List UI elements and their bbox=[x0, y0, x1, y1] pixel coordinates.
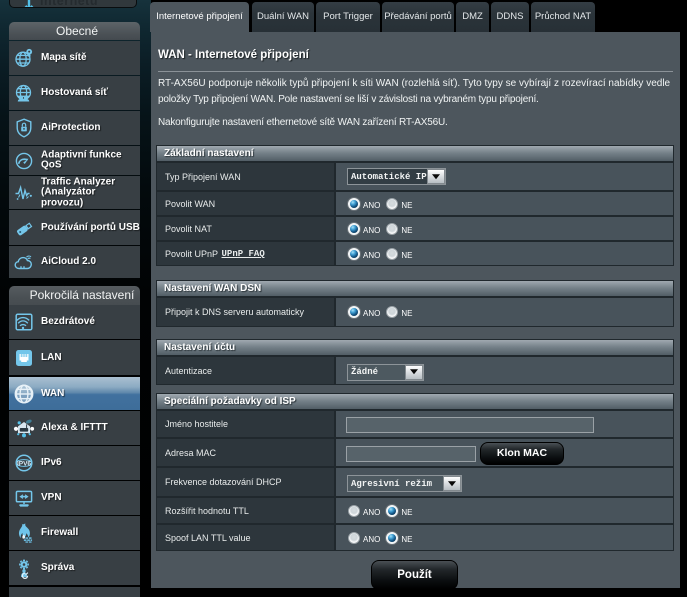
svg-text:IPV6: IPV6 bbox=[17, 461, 31, 468]
